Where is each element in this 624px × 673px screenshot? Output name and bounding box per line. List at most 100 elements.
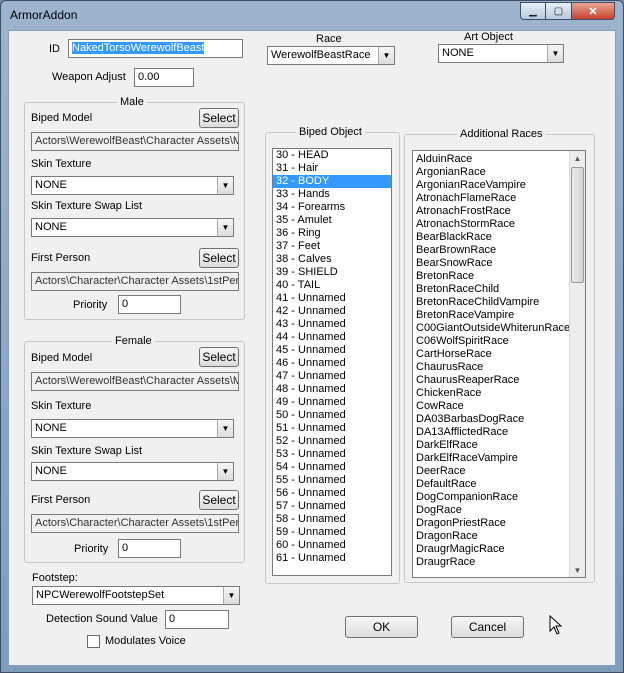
list-item[interactable]: 32 - BODY <box>273 175 391 188</box>
list-item[interactable]: ArgonianRaceVampire <box>413 179 585 192</box>
scroll-down-arrow-icon[interactable]: ▼ <box>570 563 585 577</box>
list-item[interactable]: DefaultRace <box>413 478 585 491</box>
list-item[interactable]: 35 - Amulet <box>273 214 391 227</box>
list-item[interactable]: 37 - Feet <box>273 240 391 253</box>
male-skin-texture-select[interactable]: NONE ▼ <box>31 176 234 195</box>
female-priority-field[interactable]: 0 <box>118 539 181 558</box>
list-item[interactable]: BearBlackRace <box>413 231 585 244</box>
list-item[interactable]: ArgonianRace <box>413 166 585 179</box>
list-item[interactable]: 57 - Unnamed <box>273 500 391 513</box>
chevron-down-icon[interactable]: ▼ <box>378 47 394 64</box>
list-item[interactable]: DogCompanionRace <box>413 491 585 504</box>
weapon-adjust-field[interactable]: 0.00 <box>134 68 194 87</box>
list-item[interactable]: 56 - Unnamed <box>273 487 391 500</box>
id-field[interactable]: NakedTorsoWerewolfBeast <box>68 39 243 58</box>
list-item[interactable]: BretonRaceChildVampire <box>413 296 585 309</box>
list-item[interactable]: DeerRace <box>413 465 585 478</box>
list-item[interactable]: 55 - Unnamed <box>273 474 391 487</box>
chevron-down-icon[interactable]: ▼ <box>217 177 233 194</box>
list-item[interactable]: 34 - Forearms <box>273 201 391 214</box>
list-item[interactable]: 33 - Hands <box>273 188 391 201</box>
list-item[interactable]: DA13AfflictedRace <box>413 426 585 439</box>
list-item[interactable]: DraugrRace <box>413 556 585 569</box>
list-item[interactable]: ChaurusReaperRace <box>413 374 585 387</box>
list-item[interactable]: 41 - Unnamed <box>273 292 391 305</box>
list-item[interactable]: DraugrMagicRace <box>413 543 585 556</box>
list-item[interactable]: 53 - Unnamed <box>273 448 391 461</box>
cancel-button[interactable]: Cancel <box>451 616 524 638</box>
female-swap-list-select[interactable]: NONE ▼ <box>31 462 234 481</box>
list-item[interactable]: 36 - Ring <box>273 227 391 240</box>
list-item[interactable]: 38 - Calves <box>273 253 391 266</box>
detection-sound-field[interactable]: 0 <box>165 610 229 629</box>
list-item[interactable]: BretonRaceVampire <box>413 309 585 322</box>
title-bar[interactable]: ArmorAddon ▁ ▢ ✕ <box>1 1 623 29</box>
chevron-down-icon[interactable]: ▼ <box>217 420 233 437</box>
ok-button[interactable]: OK <box>345 616 418 638</box>
list-item[interactable]: AlduinRace <box>413 153 585 166</box>
minimize-button[interactable]: ▁ <box>520 2 546 20</box>
chevron-down-icon[interactable]: ▼ <box>223 587 239 604</box>
list-item[interactable]: 40 - TAIL <box>273 279 391 292</box>
list-item[interactable]: 46 - Unnamed <box>273 357 391 370</box>
races-scrollbar[interactable]: ▲ ▼ <box>569 151 585 577</box>
female-biped-select-button[interactable]: Select <box>199 347 239 367</box>
list-item[interactable]: BearSnowRace <box>413 257 585 270</box>
male-biped-select-button[interactable]: Select <box>199 108 239 128</box>
list-item[interactable]: 47 - Unnamed <box>273 370 391 383</box>
list-item[interactable]: 44 - Unnamed <box>273 331 391 344</box>
maximize-button[interactable]: ▢ <box>546 2 572 20</box>
list-item[interactable]: 48 - Unnamed <box>273 383 391 396</box>
additional-races-list[interactable]: AlduinRace ArgonianRace ArgonianRaceVampir… <box>412 150 586 578</box>
list-item[interactable]: 39 - SHIELD <box>273 266 391 279</box>
list-item[interactable]: 31 - Hair <box>273 162 391 175</box>
chevron-down-icon[interactable]: ▼ <box>217 463 233 480</box>
list-item[interactable]: CowRace <box>413 400 585 413</box>
scroll-up-arrow-icon[interactable]: ▲ <box>570 151 585 165</box>
list-item[interactable]: BretonRaceChild <box>413 283 585 296</box>
list-item[interactable]: 60 - Unnamed <box>273 539 391 552</box>
chevron-down-icon[interactable]: ▼ <box>217 219 233 236</box>
list-item[interactable]: ChickenRace <box>413 387 585 400</box>
footstep-select[interactable]: NPCWerewolfFootstepSet ▼ <box>32 586 240 605</box>
list-item[interactable]: 30 - HEAD <box>273 149 391 162</box>
list-item[interactable]: DragonRace <box>413 530 585 543</box>
male-first-person-path[interactable]: Actors\Character\Character Assets\1stPer… <box>31 272 239 291</box>
list-item[interactable]: 42 - Unnamed <box>273 305 391 318</box>
list-item[interactable]: DA03BarbasDogRace <box>413 413 585 426</box>
list-item[interactable]: C06WolfSpiritRace <box>413 335 585 348</box>
scroll-thumb[interactable] <box>571 167 584 283</box>
biped-object-list[interactable]: 30 - HEAD 31 - Hair 32 - BODY 33 - Hands 34 … <box>272 148 392 576</box>
list-item[interactable]: 50 - Unnamed <box>273 409 391 422</box>
list-item[interactable]: 43 - Unnamed <box>273 318 391 331</box>
list-item[interactable]: 54 - Unnamed <box>273 461 391 474</box>
close-button[interactable]: ✕ <box>572 2 615 20</box>
list-item[interactable]: ChaurusRace <box>413 361 585 374</box>
list-item[interactable]: BearBrownRace <box>413 244 585 257</box>
list-item[interactable]: DarkElfRace <box>413 439 585 452</box>
male-swap-list-select[interactable]: NONE ▼ <box>31 218 234 237</box>
art-object-select[interactable]: NONE ▼ <box>438 44 564 63</box>
list-item[interactable]: AtronachFrostRace <box>413 205 585 218</box>
list-item[interactable]: 45 - Unnamed <box>273 344 391 357</box>
list-item[interactable]: AtronachStormRace <box>413 218 585 231</box>
list-item[interactable]: DarkElfRaceVampire <box>413 452 585 465</box>
list-item[interactable]: CartHorseRace <box>413 348 585 361</box>
race-select[interactable]: WerewolfBeastRace ▼ <box>267 46 395 65</box>
female-first-person-path[interactable]: Actors\Character\Character Assets\1stPer… <box>31 514 239 533</box>
female-biped-model-path[interactable]: Actors\WerewolfBeast\Character Assets\M <box>31 372 239 391</box>
list-item[interactable]: AtronachFlameRace <box>413 192 585 205</box>
male-first-person-select-button[interactable]: Select <box>199 248 239 268</box>
list-item[interactable]: 51 - Unnamed <box>273 422 391 435</box>
list-item[interactable]: DragonPriestRace <box>413 517 585 530</box>
male-biped-model-path[interactable]: Actors\WerewolfBeast\Character Assets\M <box>31 132 239 151</box>
list-item[interactable]: 61 - Unnamed <box>273 552 391 565</box>
modulates-voice-checkbox[interactable] <box>87 635 100 648</box>
list-item[interactable]: 52 - Unnamed <box>273 435 391 448</box>
list-item[interactable]: BretonRace <box>413 270 585 283</box>
list-item[interactable]: 59 - Unnamed <box>273 526 391 539</box>
female-skin-texture-select[interactable]: NONE ▼ <box>31 419 234 438</box>
chevron-down-icon[interactable]: ▼ <box>547 45 563 62</box>
list-item[interactable]: 49 - Unnamed <box>273 396 391 409</box>
list-item[interactable]: 58 - Unnamed <box>273 513 391 526</box>
